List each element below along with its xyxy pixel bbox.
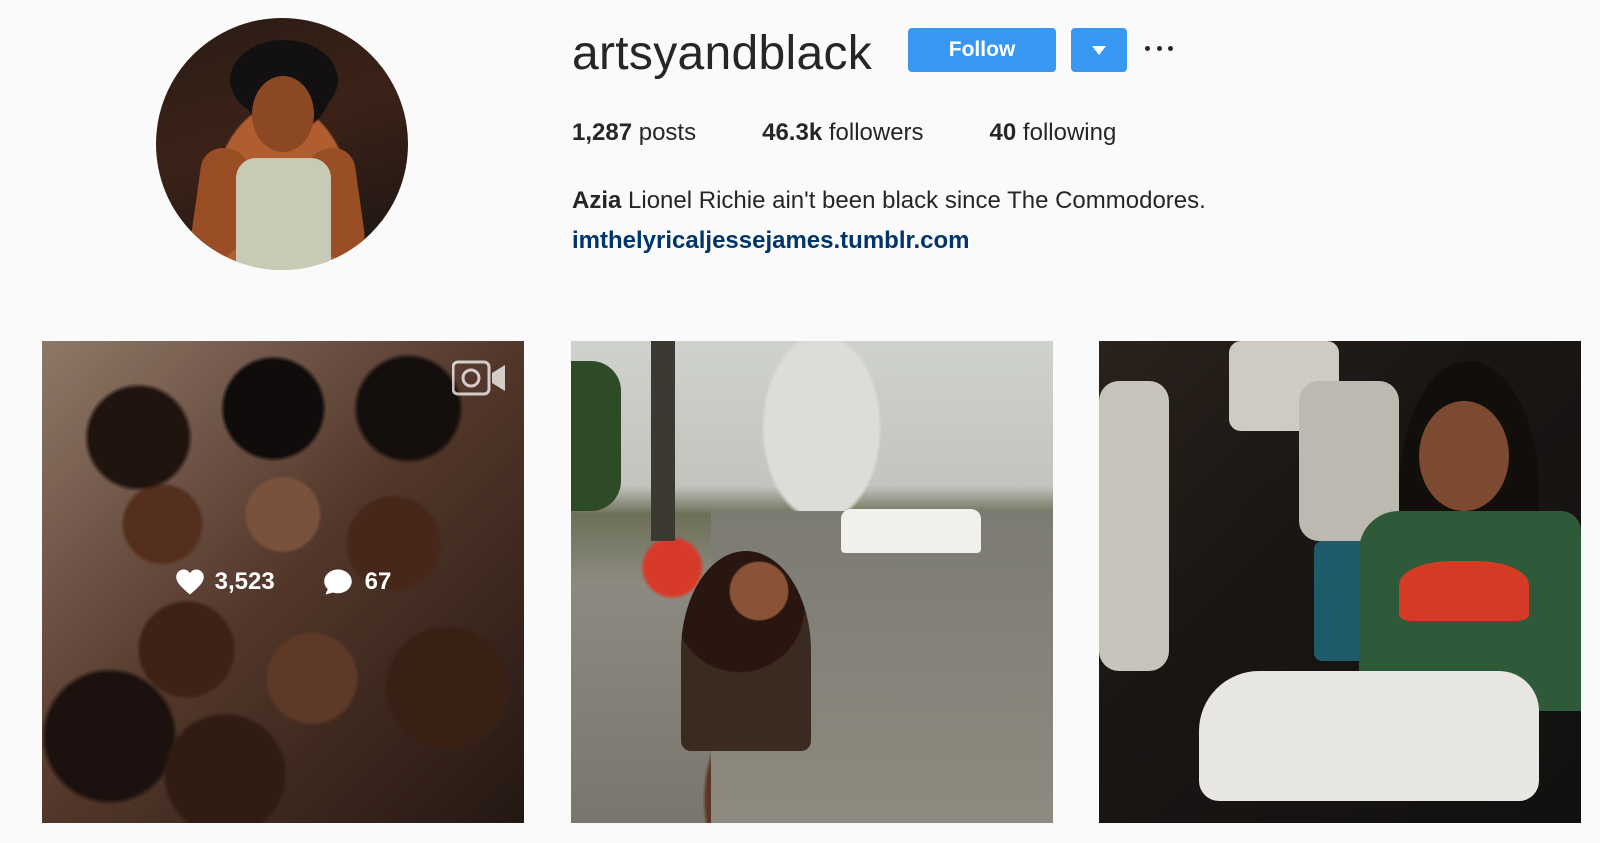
profile-website-link[interactable]: imthelyricaljessejames.tumblr.com [572, 224, 970, 258]
more-options-icon [1168, 45, 1173, 51]
following-count: 40 [989, 119, 1017, 146]
photo-detail [1199, 671, 1539, 801]
dropdown-arrow-icon [1092, 45, 1106, 55]
profile-stats: 1,287 posts 46.3k followers 40 following [572, 116, 1182, 150]
posts-count: 1,287 [572, 119, 633, 146]
photo-detail [841, 509, 981, 553]
photo-detail [651, 341, 675, 541]
comment-icon [323, 569, 352, 595]
heart-icon [175, 569, 204, 595]
photo-detail [571, 361, 621, 511]
comments-count-text: 67 [364, 568, 392, 595]
more-options-button[interactable] [1145, 36, 1173, 60]
profile-avatar[interactable] [156, 18, 408, 270]
followers-count: 46.3k [762, 119, 823, 146]
following-label: following [1022, 119, 1117, 146]
avatar-photo-detail [252, 76, 314, 152]
likes-count: 3,523 [175, 568, 275, 596]
comments-count: 67 [323, 568, 392, 596]
more-options-icon [1156, 45, 1162, 51]
suggestions-dropdown-button[interactable] [1071, 28, 1127, 72]
photo-detail [1419, 401, 1509, 511]
post-thumbnail[interactable] [1099, 341, 1581, 823]
video-icon [452, 360, 505, 396]
profile-username: artsyandblack [572, 27, 873, 80]
post-thumbnail[interactable] [571, 341, 1053, 823]
posts-label: posts [638, 119, 697, 146]
likes-count-text: 3,523 [214, 568, 275, 595]
following-stat[interactable]: 40 following [990, 116, 1117, 150]
follow-button[interactable]: Follow [908, 28, 1056, 72]
profile-bio: Azia Lionel Richie ain't been black sinc… [572, 184, 1206, 218]
more-options-icon [1145, 45, 1150, 51]
photo-detail [681, 551, 811, 751]
photo-detail [1099, 381, 1169, 671]
post-thumbnail[interactable]: 3,523 67 [42, 341, 524, 823]
followers-stat[interactable]: 46.3k followers [762, 116, 923, 150]
profile-full-name: Azia [572, 187, 622, 214]
followers-label: followers [828, 119, 924, 146]
avatar-photo-detail [236, 158, 331, 270]
post-hover-overlay: 3,523 67 [42, 341, 524, 823]
posts-stat: 1,287 posts [572, 116, 696, 150]
bio-text: Lionel Richie ain't been black since The… [628, 187, 1206, 214]
photo-detail [1399, 561, 1529, 621]
